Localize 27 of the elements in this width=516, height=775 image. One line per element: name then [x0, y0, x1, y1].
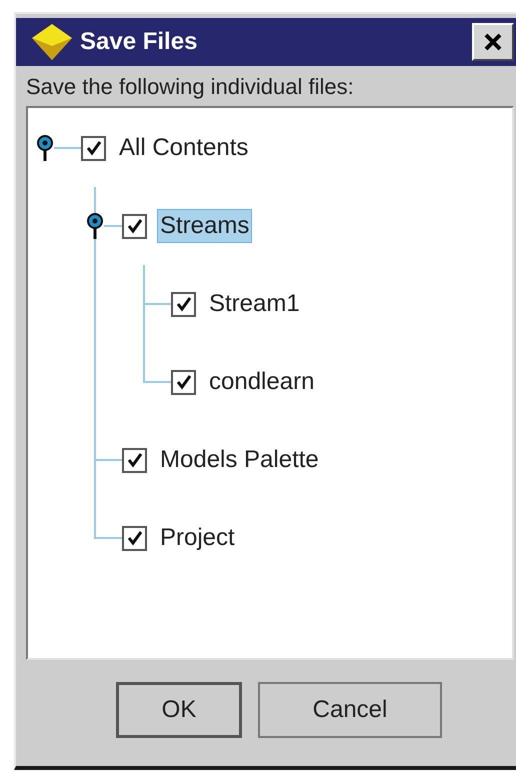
tree-item-label[interactable]: Stream1: [206, 287, 303, 321]
checkbox[interactable]: [171, 292, 196, 316]
tree-handle-icon[interactable]: [36, 134, 54, 162]
close-icon: [483, 32, 503, 52]
tree-item-label[interactable]: Models Palette: [157, 443, 322, 477]
checkmark-icon: [126, 218, 142, 234]
tree-item-label[interactable]: All Contents: [116, 131, 252, 165]
dialog-button[interactable]: Cancel: [258, 682, 442, 738]
tree-handle-icon[interactable]: [86, 212, 104, 240]
checkbox[interactable]: [122, 214, 147, 238]
prompt-text: Save the following individual files:: [26, 73, 355, 101]
checkmark-icon: [176, 374, 192, 390]
checkmark-icon: [126, 530, 142, 546]
checkmark-icon: [126, 452, 142, 468]
dialog-button[interactable]: OK: [116, 682, 242, 738]
checkbox[interactable]: [122, 448, 147, 472]
checkbox[interactable]: [171, 370, 196, 394]
window-title: Save Files: [80, 27, 198, 57]
tree-item-label[interactable]: condlearn: [206, 365, 318, 399]
checkmark-icon: [86, 140, 102, 156]
checkbox[interactable]: [81, 136, 106, 160]
checkbox[interactable]: [122, 526, 147, 550]
close-button[interactable]: [472, 23, 514, 61]
diamond-icon: [30, 22, 74, 62]
tree-item-label[interactable]: Streams: [157, 209, 252, 243]
tree-item-label[interactable]: Project: [157, 521, 238, 555]
checkmark-icon: [176, 296, 192, 312]
